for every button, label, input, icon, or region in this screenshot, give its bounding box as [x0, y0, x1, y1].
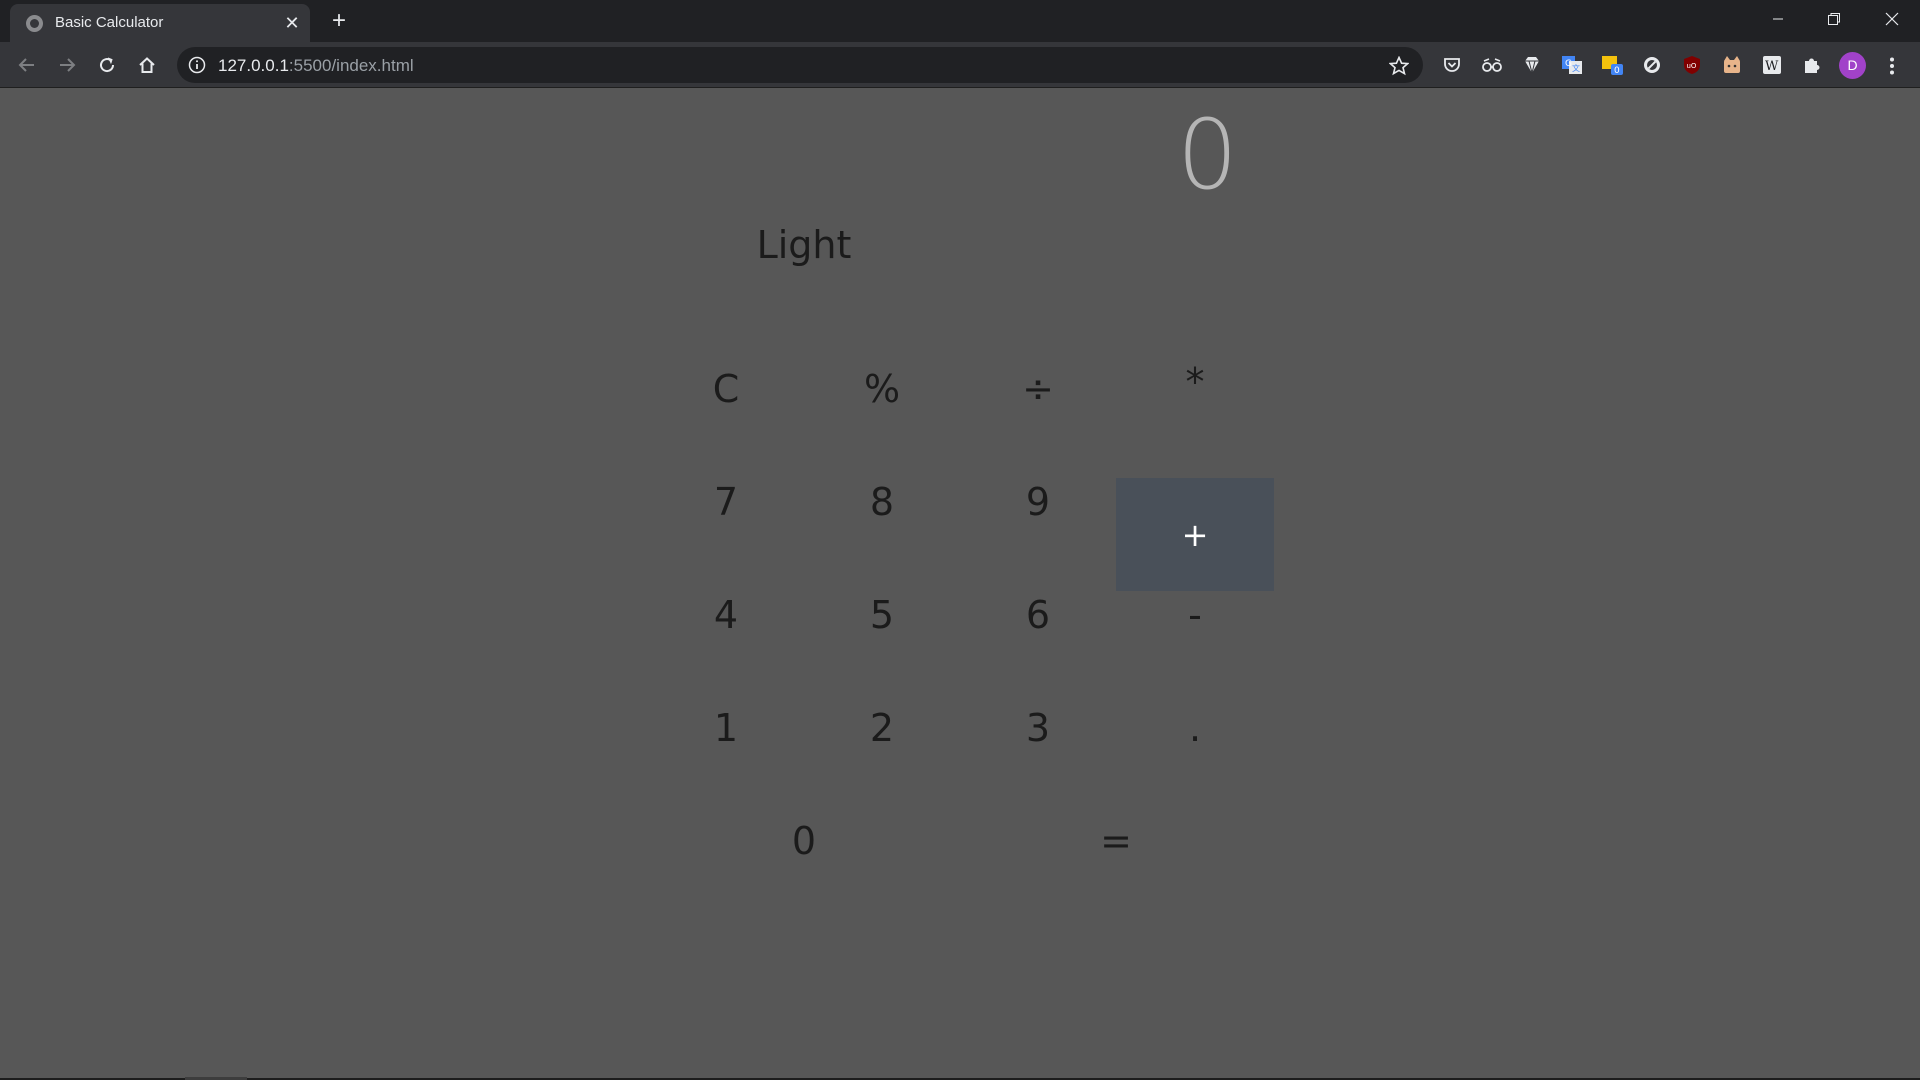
bookmark-star-icon[interactable] [1388, 55, 1410, 77]
address-bar[interactable]: 127.0.0.1:5500/index.html [177, 47, 1423, 83]
translate-icon[interactable]: G文 [1561, 54, 1583, 76]
tab-close-icon[interactable]: ✕ [280, 11, 304, 35]
calculator-page: 0 Light C % ÷ * 7 8 9 + 4 5 6 - 1 2 3 . … [0, 89, 1920, 1080]
svg-text:G: G [1565, 59, 1572, 69]
calculator-display: 0 [1176, 99, 1238, 211]
notes-icon[interactable]: 0 [1601, 54, 1623, 76]
glasses-icon[interactable] [1481, 54, 1503, 76]
key-4[interactable]: 4 [647, 558, 805, 671]
new-tab-button[interactable]: + [325, 7, 353, 35]
key-9[interactable]: 9 [959, 445, 1117, 558]
svg-text:W: W [1765, 59, 1779, 74]
restore-icon[interactable] [1806, 0, 1862, 38]
reload-icon[interactable] [91, 49, 123, 81]
tab-strip: Basic Calculator ✕ + [0, 0, 1920, 42]
svg-text:uO: uO [1687, 62, 1697, 70]
key-6[interactable]: 6 [959, 558, 1117, 671]
pocket-icon[interactable] [1441, 54, 1463, 76]
window-close-icon[interactable] [1864, 0, 1920, 38]
key-5[interactable]: 5 [803, 558, 961, 671]
key-3[interactable]: 3 [959, 671, 1117, 784]
more-menu-icon[interactable] [1882, 52, 1902, 79]
key-8[interactable]: 8 [803, 445, 961, 558]
key-1[interactable]: 1 [647, 671, 805, 784]
key-2[interactable]: 2 [803, 671, 961, 784]
key-decimal[interactable]: . [1116, 671, 1274, 784]
globe-icon [26, 15, 43, 32]
browser-tab[interactable]: Basic Calculator ✕ [10, 4, 310, 42]
url-text: 127.0.0.1:5500/index.html [218, 56, 414, 75]
home-icon[interactable] [131, 49, 163, 81]
key-clear[interactable]: C [647, 332, 805, 445]
key-subtract[interactable]: - [1116, 558, 1274, 671]
ublock-icon[interactable]: uO [1681, 54, 1703, 76]
puzzle-icon[interactable] [1801, 54, 1823, 76]
key-percent[interactable]: % [803, 332, 961, 445]
key-multiply[interactable]: * [1116, 325, 1274, 438]
forward-arrow-icon[interactable] [51, 49, 83, 81]
tab-title: Basic Calculator [55, 14, 164, 31]
key-0[interactable]: 0 [647, 784, 961, 897]
wikipedia-icon[interactable]: W [1761, 54, 1783, 76]
diamond-icon[interactable] [1521, 54, 1543, 76]
block-icon[interactable] [1641, 54, 1663, 76]
theme-toggle-button[interactable]: Light [700, 220, 908, 270]
key-7[interactable]: 7 [647, 445, 805, 558]
minimize-icon[interactable] [1750, 0, 1806, 38]
svg-text:文: 文 [1572, 63, 1580, 73]
profile-avatar[interactable]: D [1839, 52, 1866, 79]
info-icon[interactable] [188, 56, 206, 74]
key-equals[interactable]: = [959, 784, 1273, 897]
svg-text:0: 0 [1614, 66, 1620, 76]
cat-icon[interactable] [1721, 54, 1743, 76]
back-arrow-icon[interactable] [11, 49, 43, 81]
key-divide[interactable]: ÷ [959, 332, 1117, 445]
browser-toolbar: 127.0.0.1:5500/index.html G文 0 uO W D [0, 42, 1920, 88]
